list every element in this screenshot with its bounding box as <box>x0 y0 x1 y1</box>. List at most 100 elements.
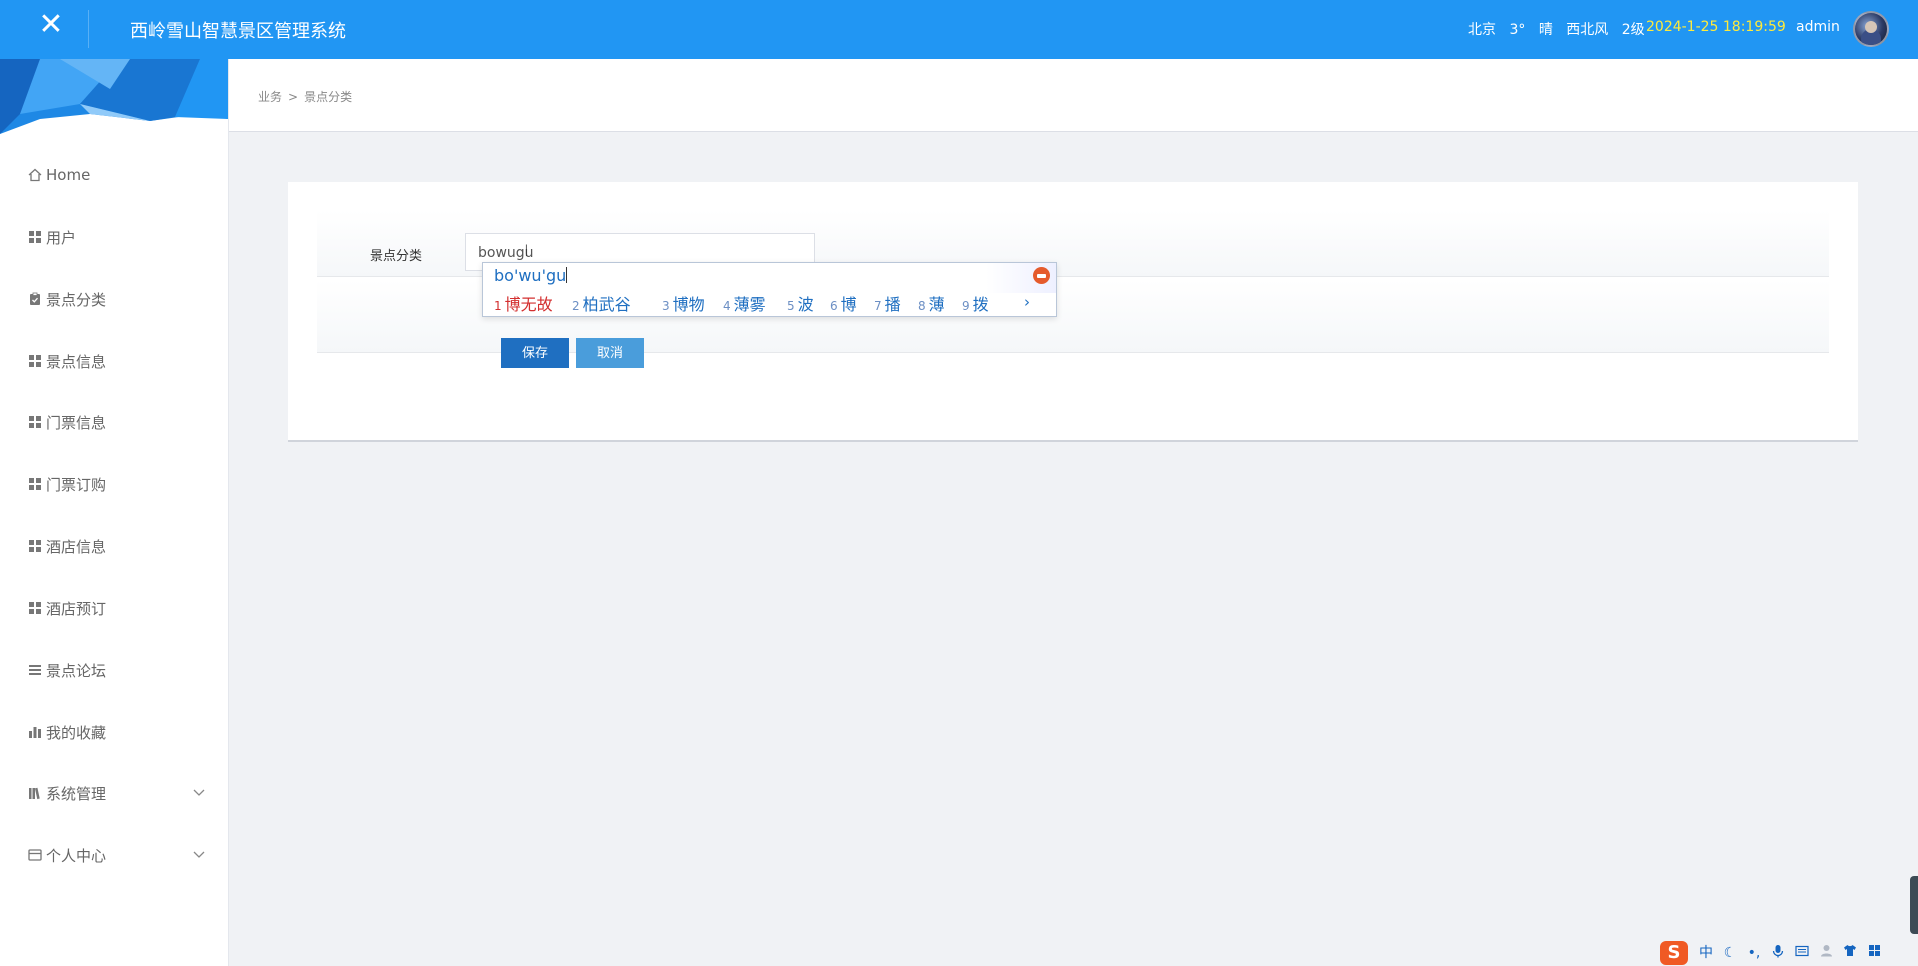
ime-candidate[interactable]: 5波 <box>787 291 814 315</box>
weather-condition: 晴 <box>1538 22 1553 38</box>
chevron-down-icon <box>193 851 205 858</box>
bar-chart-icon <box>26 723 44 741</box>
clipboard-icon <box>26 290 44 308</box>
sidebar-item-system-admin[interactable]: 系统管理 <box>0 773 228 813</box>
ime-candidate[interactable]: 9拨 <box>962 291 989 315</box>
sidebar-item-scenic-category[interactable]: 景点分类 <box>0 279 228 319</box>
card-icon <box>26 846 44 864</box>
sidebar-item-label: 门票订购 <box>46 475 107 494</box>
ime-candidate[interactable]: 7播 <box>874 291 901 315</box>
ime-candidate[interactable]: 4 薄雾 <box>723 291 766 315</box>
breadcrumb-current: 景点分类 <box>304 90 353 104</box>
weather-wind: 西北风 <box>1566 22 1609 38</box>
ime-composition: bo'wu'gu <box>494 266 567 285</box>
sidebar-item-home[interactable]: Home <box>0 155 228 195</box>
grid-icon <box>26 228 44 246</box>
ime-candidate-number: 4 <box>723 299 731 313</box>
toolbox-grid-icon[interactable] <box>1862 944 1886 962</box>
cancel-button[interactable]: 取消 <box>576 338 644 368</box>
sidebar-item-forum[interactable]: 景点论坛 <box>0 650 228 690</box>
sogou-logo-icon[interactable] <box>1033 267 1050 284</box>
ime-candidate-number: 7 <box>874 299 882 313</box>
ime-candidate-text: 拨 <box>972 295 989 314</box>
weather-level: 2级 <box>1621 22 1645 38</box>
sidebar-item-users[interactable]: 用户 <box>0 217 228 257</box>
sidebar-item-label: 景点分类 <box>46 290 107 309</box>
ime-candidate-text: 柏武谷 <box>582 295 631 314</box>
sidebar-item-ticket-order[interactable]: 门票订购 <box>0 464 228 504</box>
list-icon <box>26 661 44 679</box>
grid-icon <box>26 599 44 617</box>
sidebar-item-hotel-booking[interactable]: 酒店预订 <box>0 588 228 628</box>
grid-icon <box>26 537 44 555</box>
sidebar-item-label: 个人中心 <box>46 846 107 865</box>
user-name[interactable]: admin <box>1796 19 1840 35</box>
ime-mode-chinese[interactable]: 中 <box>1694 944 1718 962</box>
datetime-display: 2024-1-25 18:19:59 <box>1646 19 1786 35</box>
sidebar-item-hotel-info[interactable]: 酒店信息 <box>0 526 228 566</box>
sidebar-item-label: 酒店预订 <box>46 599 107 618</box>
sidebar-item-favorites[interactable]: 我的收藏 <box>0 712 228 752</box>
weather-info: 北京 3° 晴 西北风 2级 <box>1468 19 1654 39</box>
breadcrumb-bar: 业务 > 景点分类 <box>229 59 1918 132</box>
header-divider <box>88 10 89 48</box>
ime-candidate-text: 博 <box>840 295 857 314</box>
skin-shirt-icon[interactable] <box>1838 944 1862 962</box>
keyboard-icon[interactable] <box>1790 944 1814 962</box>
text-cursor-icon: I <box>524 241 529 260</box>
ime-candidate-number: 9 <box>962 299 970 313</box>
breadcrumb-separator: > <box>288 90 299 104</box>
close-icon[interactable]: ✕ <box>36 10 66 40</box>
punctuation-icon[interactable]: •, <box>1742 944 1766 962</box>
weather-city: 北京 <box>1468 22 1496 38</box>
sidebar-banner-decoration <box>0 59 228 134</box>
sidebar-item-label: 景点论坛 <box>46 661 107 680</box>
side-panel-handle[interactable] <box>1910 876 1918 934</box>
sidebar-item-label: 酒店信息 <box>46 537 107 556</box>
ime-candidate[interactable]: 6博 <box>830 291 857 315</box>
ime-candidate-text: 波 <box>797 295 814 314</box>
avatar[interactable] <box>1853 11 1889 47</box>
ime-candidate[interactable]: 8薄 <box>918 291 945 315</box>
ime-candidate-number: 3 <box>662 299 670 313</box>
breadcrumb: 业务 > 景点分类 <box>258 88 352 105</box>
ime-candidate-number: 2 <box>572 299 580 313</box>
ime-candidate-number: 6 <box>830 299 838 313</box>
ime-next-page-icon[interactable]: › <box>1024 293 1030 311</box>
save-button[interactable]: 保存 <box>501 338 569 368</box>
moon-icon[interactable]: ☾ <box>1718 944 1742 962</box>
top-header: ✕ 西岭雪山智慧景区管理系统 北京 3° 晴 西北风 2级 2024-1-25 … <box>0 0 1918 59</box>
grid-icon <box>26 413 44 431</box>
sidebar-item-label: 用户 <box>46 228 77 247</box>
ime-candidate-text: 博无故 <box>504 295 553 314</box>
sidebar-item-ticket-info[interactable]: 门票信息 <box>0 402 228 442</box>
grid-icon <box>26 475 44 493</box>
microphone-icon[interactable] <box>1766 944 1790 962</box>
ime-candidate-number: 5 <box>787 299 795 313</box>
weather-temperature: 3° <box>1509 22 1526 38</box>
ime-candidate-popup: bo'wu'gu 1 博无故 2 柏武谷 3 博物 4 薄雾 5波 6博 7播 8薄 9… <box>482 262 1057 317</box>
ime-candidate-text: 薄 <box>928 295 945 314</box>
ime-candidate[interactable]: 2 柏武谷 <box>572 291 631 315</box>
ime-candidate[interactable]: 3 博物 <box>662 291 705 315</box>
category-field-label: 景点分类 <box>370 249 423 264</box>
ime-candidate-number: 8 <box>918 299 926 313</box>
home-icon <box>26 166 44 184</box>
sogou-ime-icon[interactable]: S <box>1660 940 1688 965</box>
breadcrumb-parent[interactable]: 业务 <box>258 90 282 104</box>
sidebar-item-personal-center[interactable]: 个人中心 <box>0 835 228 875</box>
sidebar: Home 用户 景点分类 景点信息 门票信息 门票订购 酒店信息 酒店预订 景点… <box>0 59 229 966</box>
ime-candidate-text: 博物 <box>672 295 705 314</box>
sidebar-item-label: 系统管理 <box>46 784 107 803</box>
sidebar-item-label: 我的收藏 <box>46 723 107 742</box>
books-icon <box>26 784 44 802</box>
user-profile-icon[interactable] <box>1814 944 1838 962</box>
ime-candidate-text: 薄雾 <box>733 295 766 314</box>
sidebar-item-label: Home <box>46 166 91 184</box>
ime-candidate[interactable]: 1 博无故 <box>494 291 553 315</box>
ime-status-bar: S 中 ☾ •, <box>1660 939 1918 966</box>
grid-icon <box>26 352 44 370</box>
ime-candidate-text: 播 <box>884 295 901 314</box>
sidebar-item-scenic-info[interactable]: 景点信息 <box>0 341 228 381</box>
chevron-down-icon <box>193 789 205 796</box>
